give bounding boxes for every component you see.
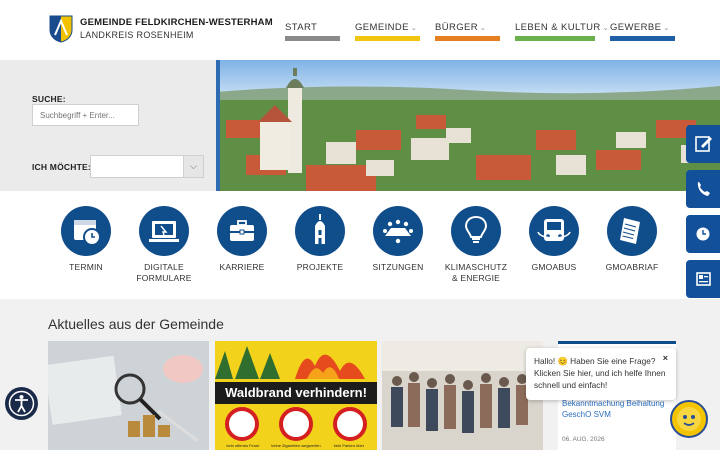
side-tab-phone[interactable] [686, 170, 720, 208]
side-tab-clock[interactable] [686, 215, 720, 253]
news-card-finance[interactable] [48, 341, 209, 450]
tile-sitzungen[interactable]: SITZUNGEN [362, 206, 434, 273]
tile-label: TERMIN [69, 262, 103, 272]
tile-projekte[interactable]: PROJEKTE [284, 206, 356, 273]
news-card-event[interactable] [382, 341, 543, 450]
tile-label: PROJEKTE [296, 262, 344, 272]
prohibition-sign-parking [333, 407, 367, 441]
nav-gewerbe-underline [610, 36, 675, 41]
news-date: 06. AUG. 2026 [562, 436, 605, 443]
town-panorama-image [216, 60, 720, 191]
nav-start-underline [285, 36, 340, 41]
nav-label: GEWERBE [610, 22, 662, 33]
news-card-waldbrand[interactable]: Waldbrand verhindern! kein offenes Feuer… [215, 341, 377, 450]
tile-karriere[interactable]: KARRIERE [206, 206, 278, 273]
church-tower-icon [295, 206, 345, 256]
site-subtitle: LANDKREIS ROSENHEIM [80, 30, 194, 40]
search-input[interactable] [32, 104, 139, 126]
nav-leben-kultur[interactable]: LEBEN & KULTUR ⌄ [515, 22, 609, 33]
chevron-down-icon: ⌄ [602, 25, 609, 32]
accessibility-button[interactable] [5, 387, 38, 420]
prohibition-sign-cigarette [279, 407, 313, 441]
meeting-table-icon [373, 206, 423, 256]
computer-form-icon [139, 206, 189, 256]
chevron-down-icon: ⌄ [480, 25, 487, 32]
sign-caption: keine Zigaretten wegwerfen [271, 443, 321, 448]
side-tab-news[interactable] [686, 260, 720, 298]
chevron-down-icon[interactable]: ⌵ [183, 156, 203, 177]
newspaper-icon [696, 272, 711, 286]
calendar-clock-icon [61, 206, 111, 256]
chevron-down-icon: ⌄ [410, 25, 418, 32]
chatbot-bubble[interactable]: Hallo! 😊 Haben Sie eine Frage? Klicken S… [526, 348, 676, 400]
municipal-crest-logo[interactable] [49, 15, 73, 43]
tile-label: DIGITALE FORMULARE [136, 262, 192, 283]
want-label: ICH MÖCHTE: [32, 162, 91, 172]
site-header: GEMEINDE FELDKIRCHEN-WESTERHAM LANDKREIS… [0, 0, 720, 60]
nav-gemeinde[interactable]: GEMEINDE ⌄ [355, 22, 417, 33]
tile-label: SITZUNGEN [372, 262, 424, 272]
newsletter-icon [607, 206, 657, 256]
tile-digitale-formulare[interactable]: DIGITALE FORMULARE [128, 206, 200, 284]
nav-label: BÜRGER [435, 22, 479, 33]
crowd-photo-image [382, 341, 543, 450]
nav-gemeinde-underline [355, 36, 420, 41]
tile-label: KARRIERE [219, 262, 265, 272]
tile-label: KLIMASCHUTZ & ENERGIE [444, 262, 508, 283]
sign-caption: kein offenes Feuer [226, 443, 260, 448]
nav-buerger-underline [435, 36, 500, 41]
finance-photo-image [48, 341, 209, 450]
chatbot-message: Hallo! 😊 Haben Sie eine Frage? Klicken S… [534, 356, 666, 390]
want-select[interactable]: ⌵ [90, 155, 204, 178]
bus-icon [529, 206, 579, 256]
nav-gewerbe[interactable]: GEWERBE ⌄ [610, 22, 670, 33]
chatbot-mascot-icon [677, 407, 701, 431]
chevron-down-icon: ⌄ [663, 25, 670, 32]
clock-icon [696, 227, 710, 241]
tile-gmoabus[interactable]: GMOABUS [518, 206, 590, 273]
close-icon[interactable]: × [663, 352, 668, 364]
nav-start[interactable]: START [285, 22, 317, 33]
tile-label: GMOABRIAF [605, 262, 659, 272]
nav-leben-kultur-underline [515, 36, 595, 41]
news-link[interactable]: Bekanntmachung Beihaltung GeschO SVM [562, 398, 672, 420]
site-title[interactable]: GEMEINDE FELDKIRCHEN-WESTERHAM [80, 17, 273, 28]
nav-label: LEBEN & KULTUR [515, 22, 601, 33]
nav-label: START [285, 22, 318, 33]
lightbulb-icon [451, 206, 501, 256]
side-tab-edit[interactable] [686, 125, 720, 163]
waldbrand-banner: Waldbrand verhindern! [215, 382, 377, 404]
prohibition-sign-fire [225, 407, 259, 441]
forest-fire-illustration [215, 341, 377, 379]
tile-klimaschutz-energie[interactable]: KLIMASCHUTZ & ENERGIE [440, 206, 512, 284]
hero-town-photo [216, 60, 720, 191]
briefcase-icon [217, 206, 267, 256]
nav-label: GEMEINDE [355, 22, 409, 33]
news-heading: Aktuelles aus der Gemeinde [48, 316, 224, 332]
edit-icon [695, 136, 712, 152]
search-label: SUCHE: [32, 94, 66, 104]
sign-caption: kein Parken über [333, 443, 365, 448]
nav-buerger[interactable]: BÜRGER ⌄ [435, 22, 486, 33]
chatbot-avatar-button[interactable] [670, 400, 708, 438]
tile-gmoabriaf[interactable]: GMOABRIAF [596, 206, 668, 273]
accessibility-icon [8, 390, 35, 417]
phone-icon [697, 182, 710, 196]
tile-label: GMOABUS [531, 262, 577, 272]
tile-termin[interactable]: TERMIN [50, 206, 122, 273]
